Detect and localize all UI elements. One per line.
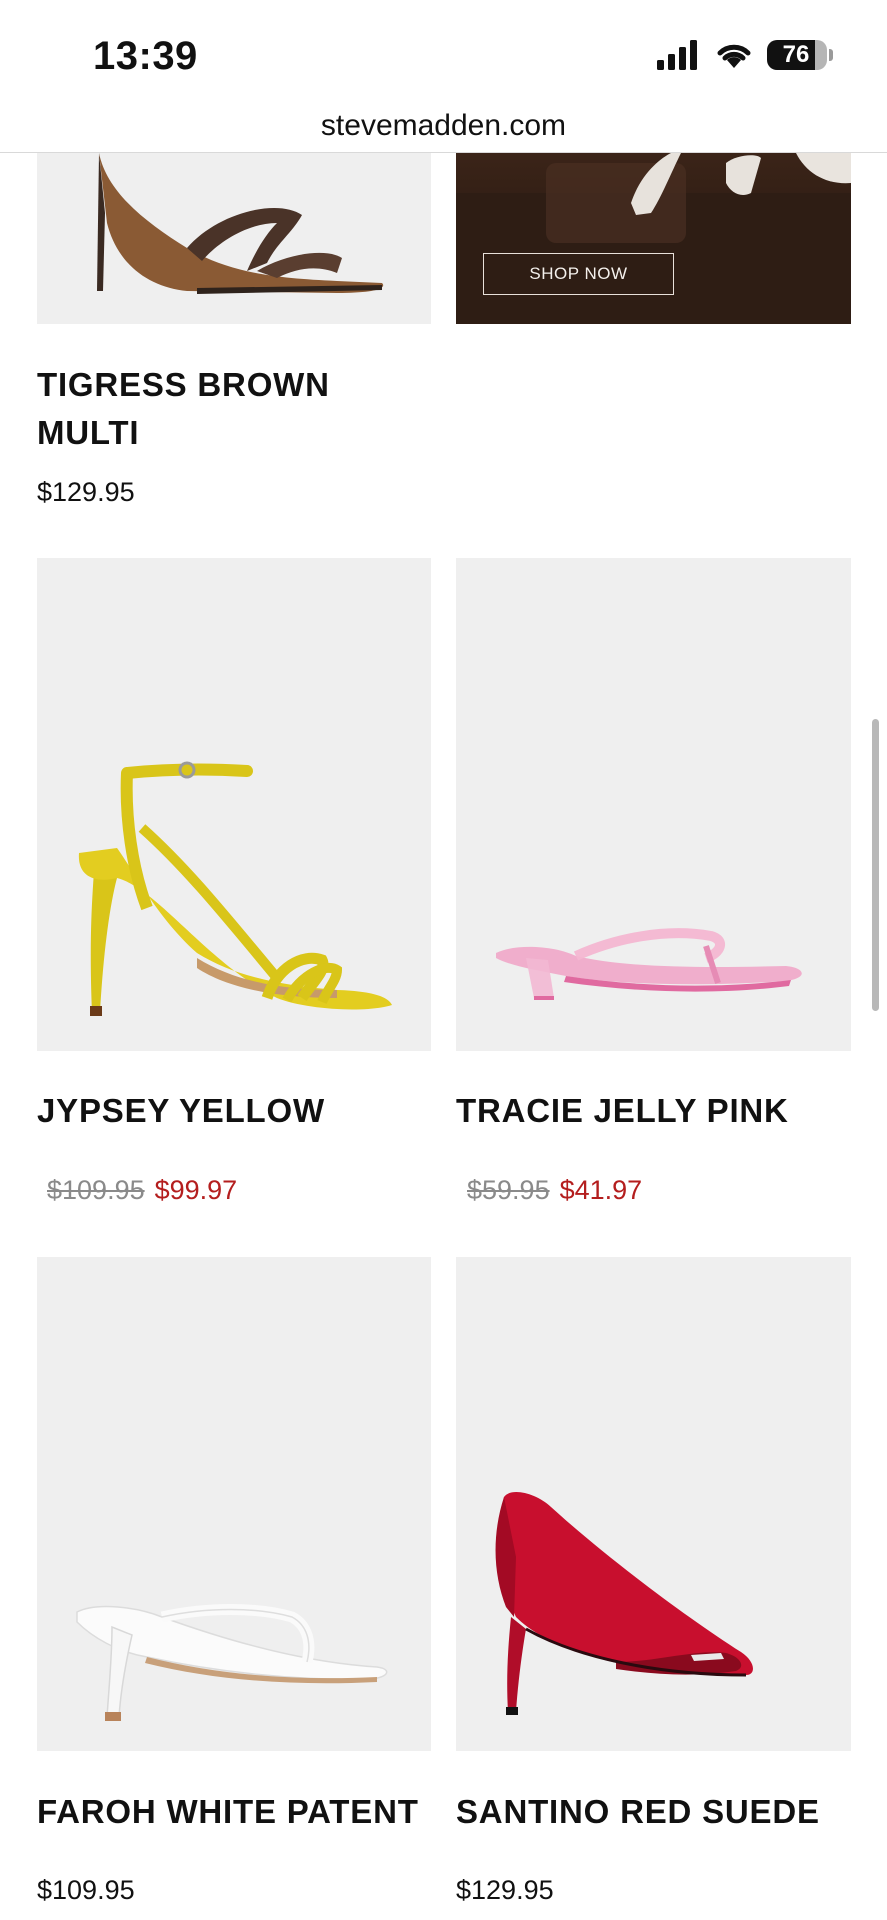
white-thong-heel-icon (76, 1604, 388, 1721)
product-price-tracie: $59.95 $41.97 (467, 1175, 642, 1206)
wifi-icon (715, 40, 753, 70)
red-suede-pump-icon (495, 1492, 753, 1715)
product-image-tracie[interactable] (456, 558, 851, 1051)
battery-level: 76 (782, 41, 810, 68)
pink-jelly-thong-mule-icon (496, 928, 802, 1000)
product-price-faroh: $109.95 (37, 1875, 135, 1905)
product-name-tigress[interactable]: TIGRESS BROWN MULTI (37, 361, 397, 457)
address-bar[interactable]: stevemadden.com (0, 100, 887, 153)
shop-now-button[interactable]: SHOP NOW (483, 253, 674, 295)
yellow-ankle-strap-heel-icon (78, 761, 392, 1016)
product-name-tracie[interactable]: TRACIE JELLY PINK (456, 1087, 851, 1135)
status-bar: 13:39 76 (0, 0, 887, 110)
product-name-santino[interactable]: SANTINO RED SUEDE (456, 1788, 876, 1836)
product-image-tigress[interactable] (37, 153, 431, 324)
product-grid[interactable]: SHOP NOW TIGRESS BROWN MULTI $129.95 JYP… (0, 153, 887, 1920)
product-price-santino: $129.95 (456, 1875, 554, 1905)
product-price-jypsey: $109.95 $99.97 (47, 1175, 237, 1206)
promo-banner[interactable]: SHOP NOW (456, 153, 851, 324)
brown-strappy-heel-icon (97, 153, 384, 294)
product-image-santino[interactable] (456, 1257, 851, 1751)
vertical-scrollbar[interactable] (872, 719, 879, 1011)
status-time: 13:39 (93, 34, 198, 78)
product-name-faroh[interactable]: FAROH WHITE PATENT (37, 1788, 437, 1836)
product-price-tigress: $129.95 (37, 477, 135, 507)
promo-photo (456, 153, 851, 324)
battery-icon: 76 (767, 40, 833, 70)
product-image-faroh[interactable] (37, 1257, 431, 1751)
url-text[interactable]: stevemadden.com (321, 109, 566, 143)
product-name-jypsey[interactable]: JYPSEY YELLOW (37, 1087, 431, 1135)
product-image-jypsey[interactable] (37, 558, 431, 1051)
status-icons: 76 (657, 40, 833, 70)
signal-icon (657, 40, 701, 70)
original-price: $109.95 (47, 1175, 145, 1205)
sale-price: $41.97 (559, 1175, 643, 1205)
sale-price: $99.97 (154, 1175, 238, 1205)
original-price: $59.95 (467, 1175, 550, 1205)
